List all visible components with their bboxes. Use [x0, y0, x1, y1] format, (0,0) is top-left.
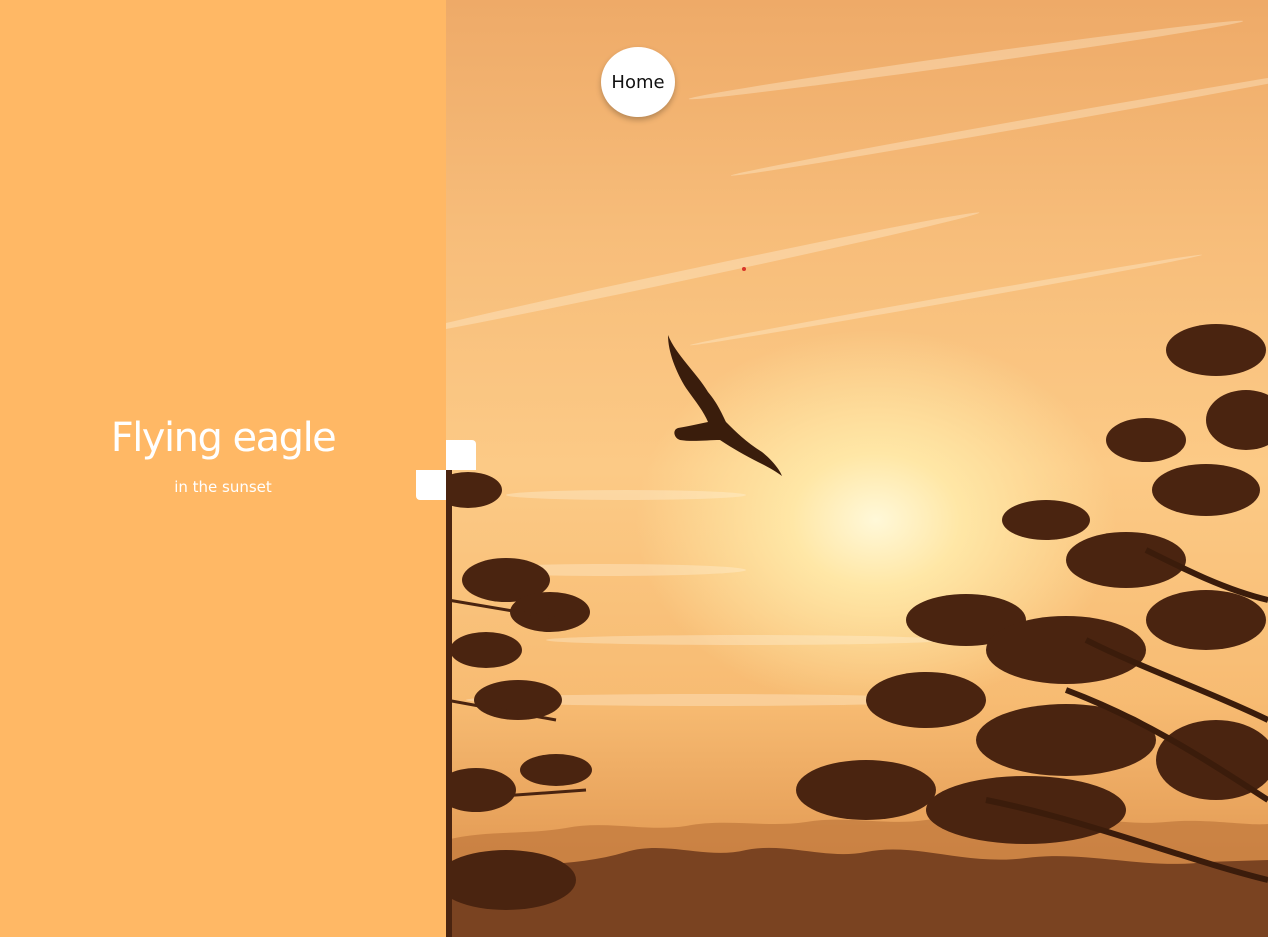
page-title: Flying eagle	[110, 415, 337, 461]
text-panel: Flying eagle in the sunset	[0, 0, 446, 937]
hero-image	[446, 0, 1268, 937]
divider-notch-bottom	[416, 470, 446, 500]
home-button[interactable]: Home	[601, 47, 675, 117]
eagle-silhouette	[668, 335, 782, 476]
sunset-scene	[446, 20, 1268, 937]
page-subtitle: in the sunset	[174, 478, 272, 496]
home-button-label: Home	[611, 71, 665, 93]
marker-dot	[742, 267, 746, 271]
divider-notch-top	[446, 440, 476, 470]
